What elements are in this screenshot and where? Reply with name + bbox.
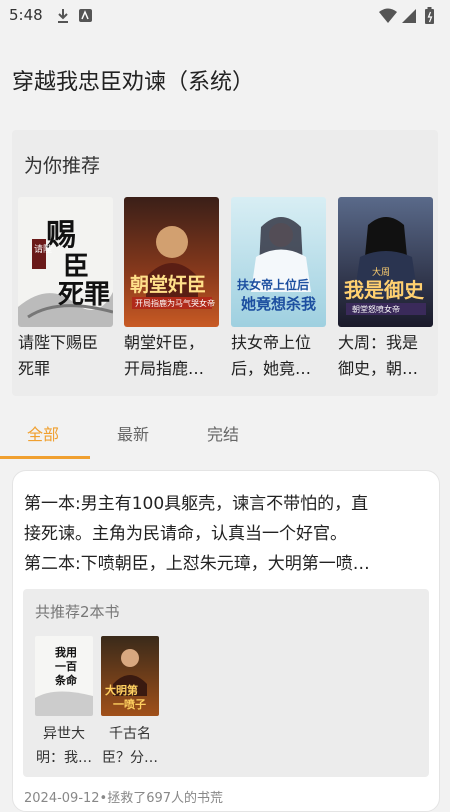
recommend-book-1[interactable]: 赐 臣 死罪 请陛 请陛下赐臣死罪 xyxy=(18,197,113,382)
status-bar: 5:48 xyxy=(0,0,450,30)
booklist-description: 第一本:男主有100具躯壳，谏言不带怕的，直 接死谏。主角为民请命，认真当一个好… xyxy=(24,489,428,579)
filter-tabs: 全部 最新 完结 xyxy=(0,414,450,459)
tab-all[interactable]: 全部 xyxy=(27,421,59,445)
svg-text:臣: 臣 xyxy=(63,252,89,282)
book-cover: 大明第 一喷子 xyxy=(101,636,159,716)
svg-text:条命: 条命 xyxy=(54,673,78,687)
booklist-card[interactable]: 第一本:男主有100具躯壳，谏言不带怕的，直 接死谏。主角为民请命，认真当一个好… xyxy=(12,470,440,812)
book-cover: 扶女帝上位后 她竟想杀我 xyxy=(231,197,326,327)
book-title-line: 明：我… xyxy=(36,750,92,766)
page-title: 穿越我忠臣劝谏（系统） xyxy=(12,70,255,95)
book-title: 请陛下赐臣死罪 xyxy=(18,333,99,378)
svg-text:一百: 一百 xyxy=(55,660,77,673)
description-line: 第二本:下喷朝臣，上怼朱元璋，大明第一喷… xyxy=(24,554,370,574)
book-cover: 赐 臣 死罪 请陛 xyxy=(18,197,113,327)
list-book-2[interactable]: 大明第 一喷子 千古名 臣？分… xyxy=(101,636,159,770)
recommend-heading: 为你推荐 xyxy=(24,155,101,177)
tab-completed[interactable]: 完结 xyxy=(207,421,239,445)
svg-text:她竟想杀我: 她竟想杀我 xyxy=(241,295,316,313)
tab-latest[interactable]: 最新 xyxy=(117,421,149,445)
svg-text:扶女帝上位后: 扶女帝上位后 xyxy=(237,277,309,292)
recommend-section: 为你推荐 赐 臣 死罪 请陛 请陛下赐臣死罪 朝堂奸臣 开局指鹿为马气哭女帝 朝… xyxy=(12,130,438,396)
book-title: 异世大 明：我… xyxy=(35,722,93,770)
svg-text:朝堂怒喷女帝: 朝堂怒喷女帝 xyxy=(352,304,400,314)
recommend-book-4[interactable]: 大周 我是御史 朝堂怒喷女帝 大周：我是御史，朝… xyxy=(338,197,433,382)
svg-text:我是御史: 我是御史 xyxy=(344,278,425,302)
book-cover: 大周 我是御史 朝堂怒喷女帝 xyxy=(338,197,433,327)
book-title: 朝堂奸臣，开局指鹿… xyxy=(124,333,205,378)
book-title: 大周：我是御史，朝… xyxy=(338,333,419,378)
book-title-line: 臣？分… xyxy=(102,750,158,766)
book-title: 扶女帝上位后，她竟… xyxy=(231,333,312,378)
svg-text:一喷子: 一喷子 xyxy=(113,697,146,711)
description-line: 第一本:男主有100具躯壳，谏言不带怕的，直 xyxy=(24,494,369,514)
svg-text:大明第: 大明第 xyxy=(105,683,138,697)
signal-icon xyxy=(402,9,416,23)
recommend-book-2[interactable]: 朝堂奸臣 开局指鹿为马气哭女帝 朝堂奸臣，开局指鹿… xyxy=(124,197,219,382)
svg-text:请陛: 请陛 xyxy=(34,243,52,255)
battery-icon xyxy=(425,7,434,24)
book-cover: 我用 一百 条命 xyxy=(35,636,93,716)
recommended-books-panel: 共推荐2本书 我用 一百 条命 异世大 明：我… 大明第 一喷子 千古名 臣？分… xyxy=(23,589,429,777)
list-book-1[interactable]: 我用 一百 条命 异世大 明：我… xyxy=(35,636,93,770)
svg-text:我用: 我用 xyxy=(55,645,77,659)
svg-text:开局指鹿为马气哭女帝: 开局指鹿为马气哭女帝 xyxy=(135,298,215,308)
book-title: 千古名 臣？分… xyxy=(101,722,159,770)
book-cover: 朝堂奸臣 开局指鹿为马气哭女帝 xyxy=(124,197,219,327)
svg-text:死罪: 死罪 xyxy=(58,280,110,310)
tab-active-indicator xyxy=(0,456,90,459)
app-notification-icon xyxy=(79,9,92,22)
svg-text:朝堂奸臣: 朝堂奸臣 xyxy=(130,274,206,296)
book-title-line: 异世大 xyxy=(43,726,85,742)
status-right-icons xyxy=(378,7,440,29)
book-title-line: 千古名 xyxy=(109,726,151,742)
status-left-icons xyxy=(57,8,97,28)
wifi-icon xyxy=(379,8,397,23)
booklist-meta: 2024-09-12•拯救了697人的书荒 xyxy=(24,791,224,806)
recommend-book-3[interactable]: 扶女帝上位后 她竟想杀我 扶女帝上位后，她竟… xyxy=(231,197,326,382)
status-time: 5:48 xyxy=(9,6,43,24)
description-line: 接死谏。主角为民请命，认真当一个好官。 xyxy=(24,524,347,544)
recommended-count: 共推荐2本书 xyxy=(35,603,120,621)
download-icon xyxy=(58,9,68,23)
svg-text:大周: 大周 xyxy=(372,266,390,278)
